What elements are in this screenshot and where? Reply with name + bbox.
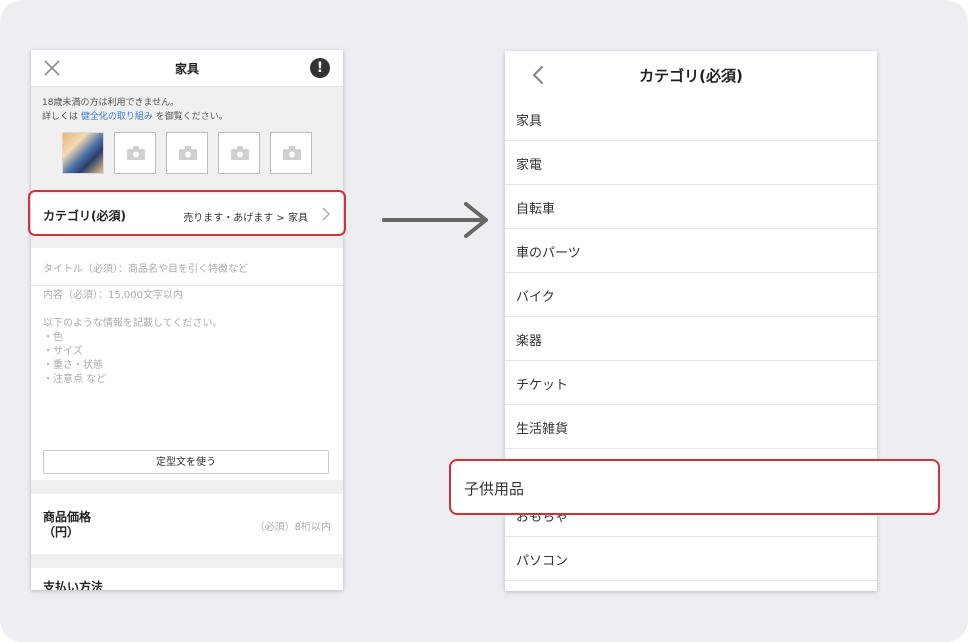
category-list-item[interactable]: パソコン: [505, 537, 877, 581]
add-photo-slot[interactable]: [270, 132, 312, 174]
camera-icon: [231, 146, 249, 160]
age-notice-line: 18歳未満の方は利用できません。: [42, 98, 180, 108]
category-item-label: 生活雑貨: [516, 422, 569, 437]
payment-label: 支払い方法: [43, 580, 104, 590]
category-list-item[interactable]: バイク: [505, 273, 877, 317]
camera-icon: [127, 146, 145, 160]
notice-suffix: を御覧ください。: [155, 112, 228, 122]
add-photo-slot[interactable]: [166, 132, 208, 174]
form-header: 家具 !: [31, 50, 343, 87]
notice-prefix: 詳しくは: [42, 112, 79, 122]
price-row[interactable]: 商品価格 （円） （必須）8桁以内: [31, 494, 343, 554]
policy-link[interactable]: 健全化の取り組み: [81, 112, 153, 122]
add-photo-slot[interactable]: [218, 132, 260, 174]
highlighted-category-label: 子供用品: [464, 480, 525, 498]
title-input[interactable]: タイトル（必須）：商品名や目を引く特徴など: [43, 260, 248, 275]
category-list-item[interactable]: 楽器: [505, 317, 877, 361]
category-item-label: パソコン: [516, 554, 569, 569]
category-item-label: 車のパーツ: [516, 246, 581, 261]
photo-thumbnail[interactable]: [62, 132, 104, 174]
camera-icon: [283, 146, 301, 160]
category-list-item[interactable]: 自転車: [505, 185, 877, 229]
picker-header: カテゴリ(必須): [505, 51, 877, 98]
category-list-item[interactable]: 車のパーツ: [505, 229, 877, 273]
age-notice: 18歳未満の方は利用できません。 詳しくは 健全化の取り組み を御覧ください。: [42, 96, 228, 124]
category-highlight-box: [28, 190, 346, 236]
category-item-label: チケット: [516, 378, 569, 393]
price-label: 商品価格 （円）: [43, 510, 92, 539]
category-list-item[interactable]: 生活雑貨: [505, 405, 877, 449]
selected-category-highlight[interactable]: 子供用品: [449, 459, 940, 515]
category-item-label: 家具: [516, 114, 543, 129]
field-divider: [31, 285, 343, 286]
arrow-right-icon: [382, 202, 488, 238]
category-item-label: 楽器: [516, 334, 543, 349]
canvas-background: 家具 ! 18歳未満の方は利用できません。 詳しくは 健全化の取り組み を御覧く…: [0, 0, 968, 642]
use-template-button[interactable]: 定型文を使う: [43, 450, 329, 474]
description-form: タイトル（必須）：商品名や目を引く特徴など 内容（必須）：15,000文字以内 …: [31, 248, 343, 480]
category-list-item[interactable]: 家電: [505, 141, 877, 185]
category-item-label: バイク: [516, 290, 555, 305]
camera-icon: [179, 146, 197, 160]
category-list-item[interactable]: 家具: [505, 97, 877, 141]
category-list-item[interactable]: チケット: [505, 361, 877, 405]
form-title: 家具: [174, 62, 199, 76]
payment-row[interactable]: 支払い方法: [31, 568, 343, 590]
price-input[interactable]: （必須）8桁以内: [255, 518, 331, 533]
category-item-label: 自転車: [516, 202, 556, 217]
description-textarea[interactable]: 内容（必須）：15,000文字以内 以下のような情報を記載してください。 ・色 …: [43, 289, 222, 387]
add-photo-slot[interactable]: [114, 132, 156, 174]
category-item-label: 家電: [516, 158, 543, 173]
alert-icon[interactable]: !: [310, 58, 330, 78]
listing-form-screen: 家具 ! 18歳未満の方は利用できません。 詳しくは 健全化の取り組み を御覧く…: [31, 50, 343, 590]
picker-title: カテゴリ(必須): [639, 67, 743, 85]
